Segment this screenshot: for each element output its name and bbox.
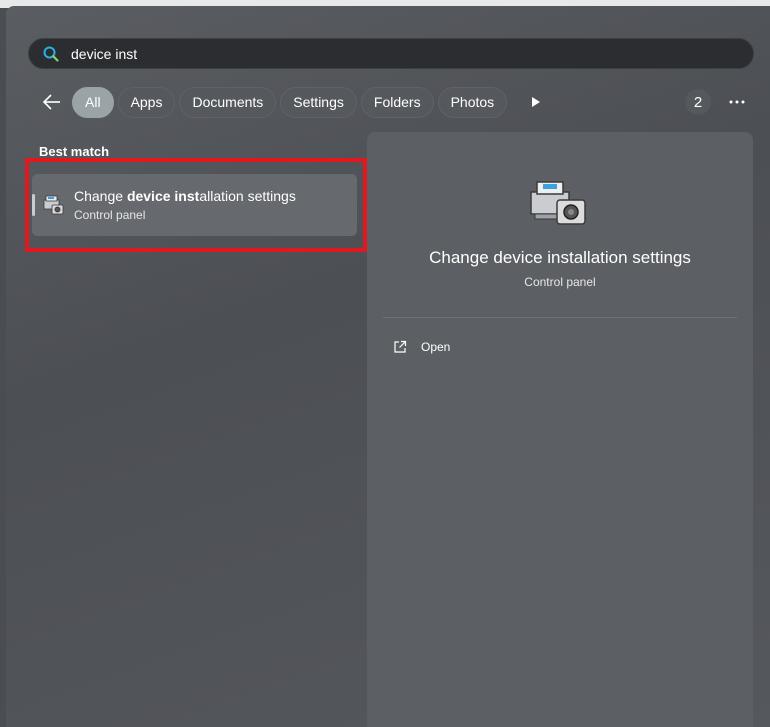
back-button[interactable] xyxy=(36,86,68,118)
best-match-heading: Best match xyxy=(39,144,110,159)
ellipsis-icon xyxy=(729,100,745,104)
filter-all[interactable]: All xyxy=(72,86,114,118)
highlight-annotation xyxy=(25,158,367,252)
more-options-button[interactable] xyxy=(724,89,750,115)
filter-photos[interactable]: Photos xyxy=(437,86,508,118)
play-icon xyxy=(532,97,541,107)
detail-subtitle: Control panel xyxy=(524,275,596,289)
search-input[interactable] xyxy=(71,45,753,62)
open-action[interactable]: Open xyxy=(393,336,450,358)
detail-panel: Change device installation settings Cont… xyxy=(367,132,753,727)
more-filters-button[interactable] xyxy=(525,91,547,113)
filter-apps[interactable]: Apps xyxy=(117,86,176,118)
filter-bar: All Apps Documents Settings Folders Phot… xyxy=(36,86,547,118)
detail-title: Change device installation settings xyxy=(429,248,691,267)
search-bar[interactable] xyxy=(28,38,754,69)
result-count-badge: 2 xyxy=(685,89,711,115)
open-external-icon xyxy=(394,340,407,353)
divider xyxy=(383,317,737,318)
device-installation-icon xyxy=(530,181,586,225)
filter-folders[interactable]: Folders xyxy=(360,86,434,118)
filter-settings[interactable]: Settings xyxy=(280,86,357,118)
search-icon xyxy=(43,46,59,62)
filter-documents[interactable]: Documents xyxy=(179,86,277,118)
arrow-left-icon xyxy=(42,94,60,110)
open-action-label: Open xyxy=(421,340,451,354)
